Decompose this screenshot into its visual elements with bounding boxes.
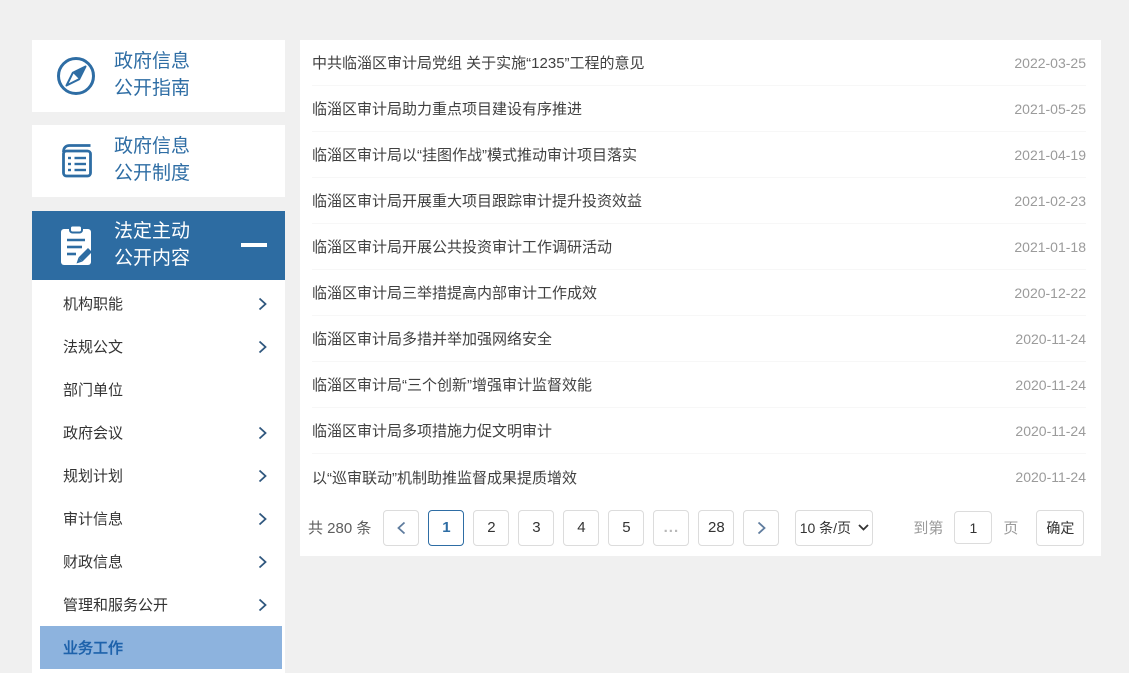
page-button-4[interactable]: 4 — [563, 510, 599, 546]
news-list: 中共临淄区审计局党组 关于实施“1235”工程的意见 2022-03-25 临淄… — [300, 40, 1101, 500]
menu-item-label: 政府会议 — [63, 422, 123, 443]
news-date: 2021-02-23 — [1014, 193, 1086, 209]
news-link[interactable]: 临淄区审计局开展重大项目跟踪审计提升投资效益 — [312, 190, 994, 211]
menu-item-label: 规划计划 — [63, 465, 123, 486]
sidebar-item-yewugongzuo[interactable]: 业务工作 — [40, 626, 282, 669]
page-button-2[interactable]: 2 — [473, 510, 509, 546]
sidebar-card-label: 政府信息 公开制度 — [114, 134, 190, 188]
news-date: 2021-04-19 — [1014, 147, 1086, 163]
chevron-right-icon — [258, 340, 267, 354]
menu-item-label: 部门单位 — [63, 379, 123, 400]
sidebar-item-bumen[interactable]: 部门单位 — [32, 368, 285, 411]
main-panel: 中共临淄区审计局党组 关于实施“1235”工程的意见 2022-03-25 临淄… — [300, 40, 1101, 556]
sidebar-item-jigouzhineng[interactable]: 机构职能 — [32, 282, 285, 325]
news-link[interactable]: 临淄区审计局“三个创新”增强审计监督效能 — [312, 374, 995, 395]
goto-suffix-label: 页 — [1003, 517, 1018, 538]
goto-prefix-label: 到第 — [913, 517, 943, 538]
sidebar-item-huiyi[interactable]: 政府会议 — [32, 411, 285, 454]
page-size-label: 10 条/页 — [800, 518, 851, 538]
news-link[interactable]: 临淄区审计局助力重点项目建设有序推进 — [312, 98, 994, 119]
news-row: 临淄区审计局多项措施力促文明审计 2020-11-24 — [312, 408, 1086, 454]
clipboard-pen-icon — [54, 224, 98, 268]
confirm-button[interactable]: 确定 — [1036, 510, 1084, 546]
news-date: 2022-03-25 — [1014, 55, 1086, 71]
news-row: 临淄区审计局开展公共投资审计工作调研活动 2021-01-18 — [312, 224, 1086, 270]
prev-page-button[interactable] — [383, 510, 419, 546]
sidebar-item-fagui[interactable]: 法规公文 — [32, 325, 285, 368]
news-link[interactable]: 临淄区审计局多项措施力促文明审计 — [312, 420, 995, 441]
page-size-select[interactable]: 10 条/页 — [795, 510, 873, 546]
sidebar-card-label: 法定主动 公开内容 — [114, 219, 190, 273]
news-date: 2020-11-24 — [1015, 469, 1086, 485]
pagination-bar: 共 280 条 1 2 3 4 5 ... 28 10 条/页 到第 页 — [300, 500, 1101, 555]
sidebar-item-guihua[interactable]: 规划计划 — [32, 454, 285, 497]
page-button-3[interactable]: 3 — [518, 510, 554, 546]
news-date: 2021-01-18 — [1014, 239, 1086, 255]
chevron-left-icon — [397, 521, 406, 535]
news-date: 2020-11-24 — [1015, 331, 1086, 347]
chevron-right-icon — [258, 598, 267, 612]
chevron-right-icon — [258, 555, 267, 569]
sidebar-submenu: 机构职能 法规公文 部门单位 政府会议 规划计划 — [32, 280, 285, 673]
news-date: 2020-12-22 — [1014, 285, 1086, 301]
news-link[interactable]: 临淄区审计局多措并举加强网络安全 — [312, 328, 995, 349]
goto-page-group: 到第 页 — [913, 511, 1018, 544]
page-ellipsis-button[interactable]: ... — [653, 510, 689, 546]
news-row: 中共临淄区审计局党组 关于实施“1235”工程的意见 2022-03-25 — [312, 40, 1086, 86]
news-link[interactable]: 临淄区审计局三举措提高内部审计工作成效 — [312, 282, 994, 303]
chevron-right-icon — [258, 512, 267, 526]
news-row: 临淄区审计局助力重点项目建设有序推进 2021-05-25 — [312, 86, 1086, 132]
next-page-button[interactable] — [743, 510, 779, 546]
ledger-icon — [54, 139, 98, 183]
news-link[interactable]: 中共临淄区审计局党组 关于实施“1235”工程的意见 — [312, 52, 994, 73]
menu-item-label: 机构职能 — [63, 293, 123, 314]
menu-item-label: 业务工作 — [63, 637, 123, 658]
page-button-1[interactable]: 1 — [428, 510, 464, 546]
chevron-right-icon — [757, 521, 766, 535]
news-row: 临淄区审计局三举措提高内部审计工作成效 2020-12-22 — [312, 270, 1086, 316]
news-row: 临淄区审计局以“挂图作战”模式推动审计项目落实 2021-04-19 — [312, 132, 1086, 178]
sidebar-card-guide[interactable]: 政府信息 公开指南 — [32, 40, 285, 112]
compass-icon — [54, 54, 98, 98]
sidebar-item-shenji[interactable]: 审计信息 — [32, 497, 285, 540]
chevron-right-icon — [258, 469, 267, 483]
news-link[interactable]: 临淄区审计局开展公共投资审计工作调研活动 — [312, 236, 994, 257]
chevron-right-icon — [258, 297, 267, 311]
news-link[interactable]: 以“巡审联动”机制助推监督成果提质增效 — [312, 467, 995, 488]
menu-item-label: 审计信息 — [63, 508, 123, 529]
news-row: 以“巡审联动”机制助推监督成果提质增效 2020-11-24 — [312, 454, 1086, 500]
news-row: 临淄区审计局开展重大项目跟踪审计提升投资效益 2021-02-23 — [312, 178, 1086, 224]
sidebar: 政府信息 公开指南 政府信息 公开制度 — [32, 40, 285, 673]
pagination-total: 共 280 条 — [308, 517, 371, 538]
news-row: 临淄区审计局“三个创新”增强审计监督效能 2020-11-24 — [312, 362, 1086, 408]
chevron-right-icon — [258, 426, 267, 440]
news-date: 2021-05-25 — [1014, 101, 1086, 117]
sidebar-item-guanli-fuwu[interactable]: 管理和服务公开 — [32, 583, 285, 626]
news-date: 2020-11-24 — [1015, 377, 1086, 393]
sidebar-item-caizheng[interactable]: 财政信息 — [32, 540, 285, 583]
menu-item-label: 财政信息 — [63, 551, 123, 572]
menu-item-label: 管理和服务公开 — [63, 594, 168, 615]
sidebar-card-legal-disclosure[interactable]: 法定主动 公开内容 — [32, 211, 285, 280]
sidebar-card-system[interactable]: 政府信息 公开制度 — [32, 125, 285, 197]
menu-item-label: 法规公文 — [63, 336, 123, 357]
news-row: 临淄区审计局多措并举加强网络安全 2020-11-24 — [312, 316, 1086, 362]
minus-icon[interactable] — [241, 243, 267, 247]
chevron-down-icon — [858, 524, 869, 531]
sidebar-card-label: 政府信息 公开指南 — [114, 49, 190, 103]
news-date: 2020-11-24 — [1015, 423, 1086, 439]
news-link[interactable]: 临淄区审计局以“挂图作战”模式推动审计项目落实 — [312, 144, 994, 165]
goto-page-input[interactable] — [954, 511, 992, 544]
page-button-28[interactable]: 28 — [698, 510, 734, 546]
page-button-5[interactable]: 5 — [608, 510, 644, 546]
